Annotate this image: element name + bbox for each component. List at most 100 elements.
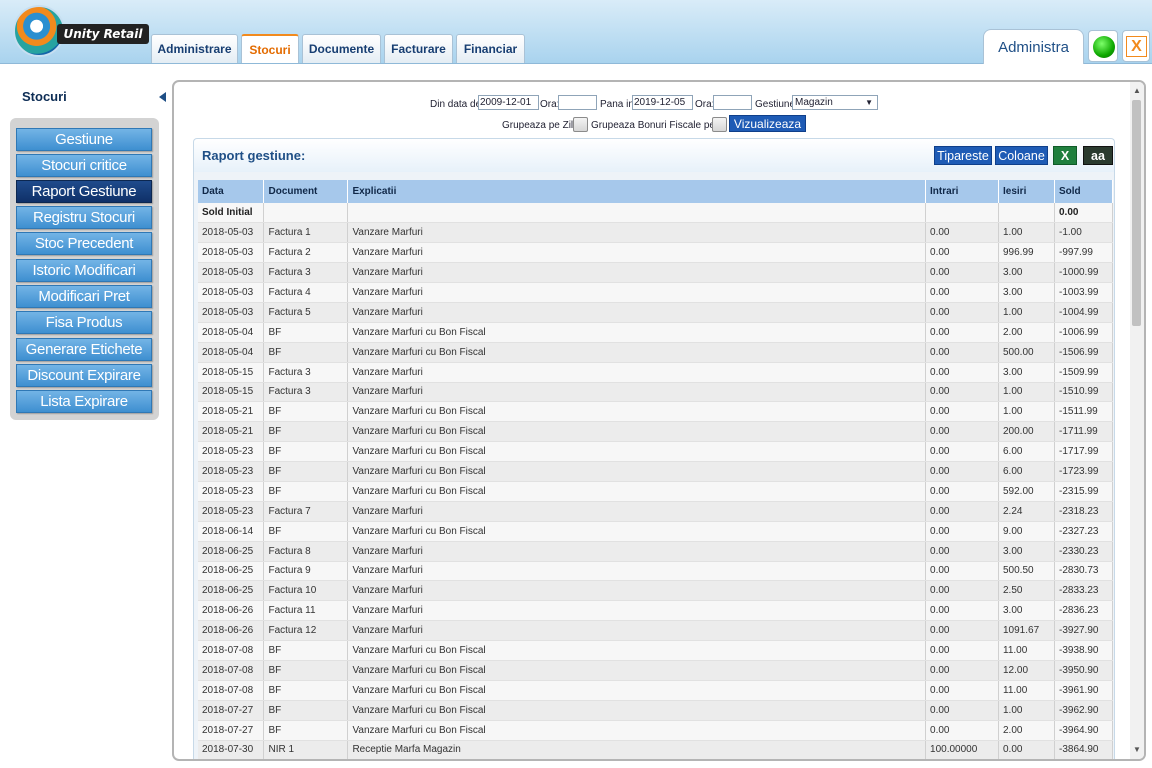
tab-documente[interactable]: Documente	[302, 34, 381, 63]
sidebar-item-generare-etichete[interactable]: Generare Etichete	[16, 338, 152, 361]
cell-iesiri: 500.00	[998, 342, 1055, 363]
group-bf-label: Grupeaza Bonuri Fiscale pe Z	[591, 120, 724, 131]
view-report-button[interactable]: Vizualizeaza	[729, 115, 806, 132]
cell-date: 2018-06-25	[198, 580, 265, 602]
table-row[interactable]: 2018-07-08 BF Vanzare Marfuri cu Bon Fisca…	[198, 660, 1114, 681]
cell-date: 2018-07-27	[198, 720, 265, 741]
font-size-button[interactable]: aa	[1083, 146, 1113, 165]
cell-document: BF	[263, 401, 349, 423]
col-header-sold[interactable]: Sold	[1054, 180, 1114, 203]
group-bf-checkbox[interactable]	[712, 117, 727, 132]
table-row[interactable]: 2018-06-14 BF Vanzare Marfuri cu Bon Fisca…	[198, 521, 1114, 542]
table-row[interactable]: 2018-06-25 Factura 9 Vanzare Marfuri 0.00 50…	[198, 561, 1114, 582]
columns-button[interactable]: Coloane	[995, 146, 1048, 165]
sidebar-item-fisa-produs[interactable]: Fisa Produs	[16, 311, 152, 334]
table-row[interactable]: 2018-06-25 Factura 10 Vanzare Marfuri 0.00 2…	[198, 580, 1114, 602]
col-header-data[interactable]: Data	[198, 180, 265, 203]
scroll-up-icon[interactable]: ▲	[1132, 86, 1142, 96]
app-logo[interactable]: Unity Retail	[13, 5, 149, 59]
sidebar-item-modificari-pret[interactable]: Modificari Pret	[16, 285, 152, 308]
cell-explicatii: Vanzare Marfuri cu Bon Fiscal	[347, 521, 927, 542]
table-row[interactable]: 2018-07-27 BF Vanzare Marfuri cu Bon Fisca…	[198, 720, 1114, 741]
sidebar-item-raport-gestiune[interactable]: Raport Gestiune	[16, 180, 152, 203]
table-row[interactable]: 2018-05-03 Factura 3 Vanzare Marfuri 0.00 3.…	[198, 262, 1114, 284]
col-header-document[interactable]: Document	[263, 180, 349, 203]
table-row[interactable]: 2018-05-15 Factura 3 Vanzare Marfuri 0.00 1.…	[198, 382, 1114, 403]
cell-intrari: 0.00	[925, 481, 999, 502]
table-row[interactable]: 2018-05-23 BF Vanzare Marfuri cu Bon Fisca…	[198, 441, 1114, 463]
table-row[interactable]: 2018-05-04 BF Vanzare Marfuri cu Bon Fisca…	[198, 342, 1114, 363]
cell-date: 2018-06-14	[198, 521, 265, 542]
sidebar-item-discount-expirare[interactable]: Discount Expirare	[16, 364, 152, 387]
tab-financiar[interactable]: Financiar	[456, 34, 525, 63]
sidebar-item-stocuri-critice[interactable]: Stocuri critice	[16, 154, 152, 177]
user-tab[interactable]: Administra	[983, 29, 1084, 64]
cell-sold: -1511.99	[1054, 401, 1114, 423]
col-header-iesiri[interactable]: Iesiri	[998, 180, 1055, 203]
logo-text: Unity Retail	[57, 24, 149, 44]
report-table-container[interactable]: Data Document Explicatii Intrari Iesiri …	[193, 172, 1115, 759]
tab-administrare[interactable]: Administrare	[151, 34, 238, 63]
to-time-input[interactable]	[713, 95, 752, 110]
table-row[interactable]: 2018-05-04 BF Vanzare Marfuri cu Bon Fisca…	[198, 322, 1114, 343]
group-days-checkbox[interactable]	[573, 117, 588, 132]
table-row[interactable]: 2018-06-25 Factura 8 Vanzare Marfuri 0.00 3.…	[198, 541, 1114, 562]
scrollbar-thumb[interactable]	[1132, 100, 1141, 326]
to-date-input[interactable]: 2019-12-05	[632, 95, 693, 110]
scroll-down-icon[interactable]: ▼	[1132, 745, 1142, 755]
table-row[interactable]: 2018-05-03 Factura 4 Vanzare Marfuri 0.00 3.…	[198, 282, 1114, 303]
cell-iesiri: 1.00	[998, 222, 1055, 244]
tab-facturare[interactable]: Facturare	[384, 34, 453, 63]
status-indicator	[1088, 30, 1118, 62]
cell-date: 2018-05-23	[198, 441, 265, 463]
table-row[interactable]: 2018-07-08 BF Vanzare Marfuri cu Bon Fisca…	[198, 680, 1114, 701]
cell-iesiri: 1.00	[998, 700, 1055, 721]
cell-intrari: 0.00	[925, 720, 999, 741]
table-row[interactable]: 2018-05-23 BF Vanzare Marfuri cu Bon Fisca…	[198, 461, 1114, 482]
table-row[interactable]: 2018-05-21 BF Vanzare Marfuri cu Bon Fisca…	[198, 421, 1114, 443]
excel-export-button[interactable]: X	[1053, 146, 1077, 165]
table-row[interactable]: 2018-07-27 BF Vanzare Marfuri cu Bon Fisca…	[198, 700, 1114, 721]
table-row[interactable]: 2018-07-30 NIR 1 Receptie Marfa Magazin 100…	[198, 740, 1114, 759]
col-header-intrari[interactable]: Intrari	[925, 180, 999, 203]
cell-document: BF	[263, 421, 349, 443]
table-row[interactable]: 2018-06-26 Factura 12 Vanzare Marfuri 0.00 1…	[198, 620, 1114, 642]
sidebar-item-lista-expirare[interactable]: Lista Expirare	[16, 390, 152, 413]
vertical-scrollbar[interactable]: ▲ ▼	[1130, 82, 1144, 759]
table-row[interactable]: 2018-05-03 Factura 2 Vanzare Marfuri 0.00 99…	[198, 242, 1114, 264]
from-date-input[interactable]: 2009-12-01	[478, 95, 539, 110]
sidebar-item-stoc-precedent[interactable]: Stoc Precedent	[16, 232, 152, 255]
table-row[interactable]: 2018-05-23 BF Vanzare Marfuri cu Bon Fisca…	[198, 481, 1114, 502]
report-header: Raport gestiune: Tipareste Coloane X aa	[193, 138, 1115, 172]
cell-intrari: 100.00000	[925, 740, 999, 759]
cell-explicatii: Vanzare Marfuri	[347, 541, 927, 562]
cell-date: 2018-05-03	[198, 222, 265, 244]
table-row[interactable]: 2018-05-03 Factura 1 Vanzare Marfuri 0.00 1.…	[198, 222, 1114, 244]
table-row[interactable]: 2018-06-26 Factura 11 Vanzare Marfuri 0.00 3…	[198, 600, 1114, 622]
sidebar-item-gestiune[interactable]: Gestiune	[16, 128, 152, 151]
cell-sold: -1723.99	[1054, 461, 1114, 482]
print-button[interactable]: Tipareste	[934, 146, 992, 165]
table-row[interactable]: 2018-05-15 Factura 3 Vanzare Marfuri 0.00 3.…	[198, 362, 1114, 383]
cell-date: 2018-05-23	[198, 481, 265, 502]
gestiune-select[interactable]: Magazin ▼	[792, 95, 878, 110]
from-time-input[interactable]	[558, 95, 597, 110]
cell-sold: -3950.90	[1054, 660, 1114, 681]
tab-stocuri[interactable]: Stocuri	[241, 34, 299, 63]
cell-iesiri: 592.00	[998, 481, 1055, 502]
sidebar-item-registru-stocuri[interactable]: Registru Stocuri	[16, 206, 152, 229]
col-header-explicatii[interactable]: Explicatii	[347, 180, 927, 203]
table-row[interactable]: 2018-07-08 BF Vanzare Marfuri cu Bon Fisca…	[198, 640, 1114, 661]
logout-button[interactable]: X	[1122, 30, 1150, 62]
table-row[interactable]: 2018-05-21 BF Vanzare Marfuri cu Bon Fisca…	[198, 401, 1114, 423]
cell-date: 2018-05-23	[198, 461, 265, 482]
cell-iesiri: 0.00	[998, 740, 1055, 759]
cell-intrari: 0.00	[925, 580, 999, 602]
sidebar-item-istoric-modificari[interactable]: Istoric Modificari	[16, 259, 152, 282]
table-row[interactable]: 2018-05-03 Factura 5 Vanzare Marfuri 0.00 1.…	[198, 302, 1114, 323]
table-row[interactable]: 2018-05-23 Factura 7 Vanzare Marfuri 0.00 2.…	[198, 501, 1114, 522]
cell-document: Factura 7	[263, 501, 349, 522]
cell-document: Factura 8	[263, 541, 349, 562]
collapse-sidebar-icon[interactable]	[159, 92, 166, 102]
initial-balance-label: Sold Initial	[198, 203, 265, 224]
